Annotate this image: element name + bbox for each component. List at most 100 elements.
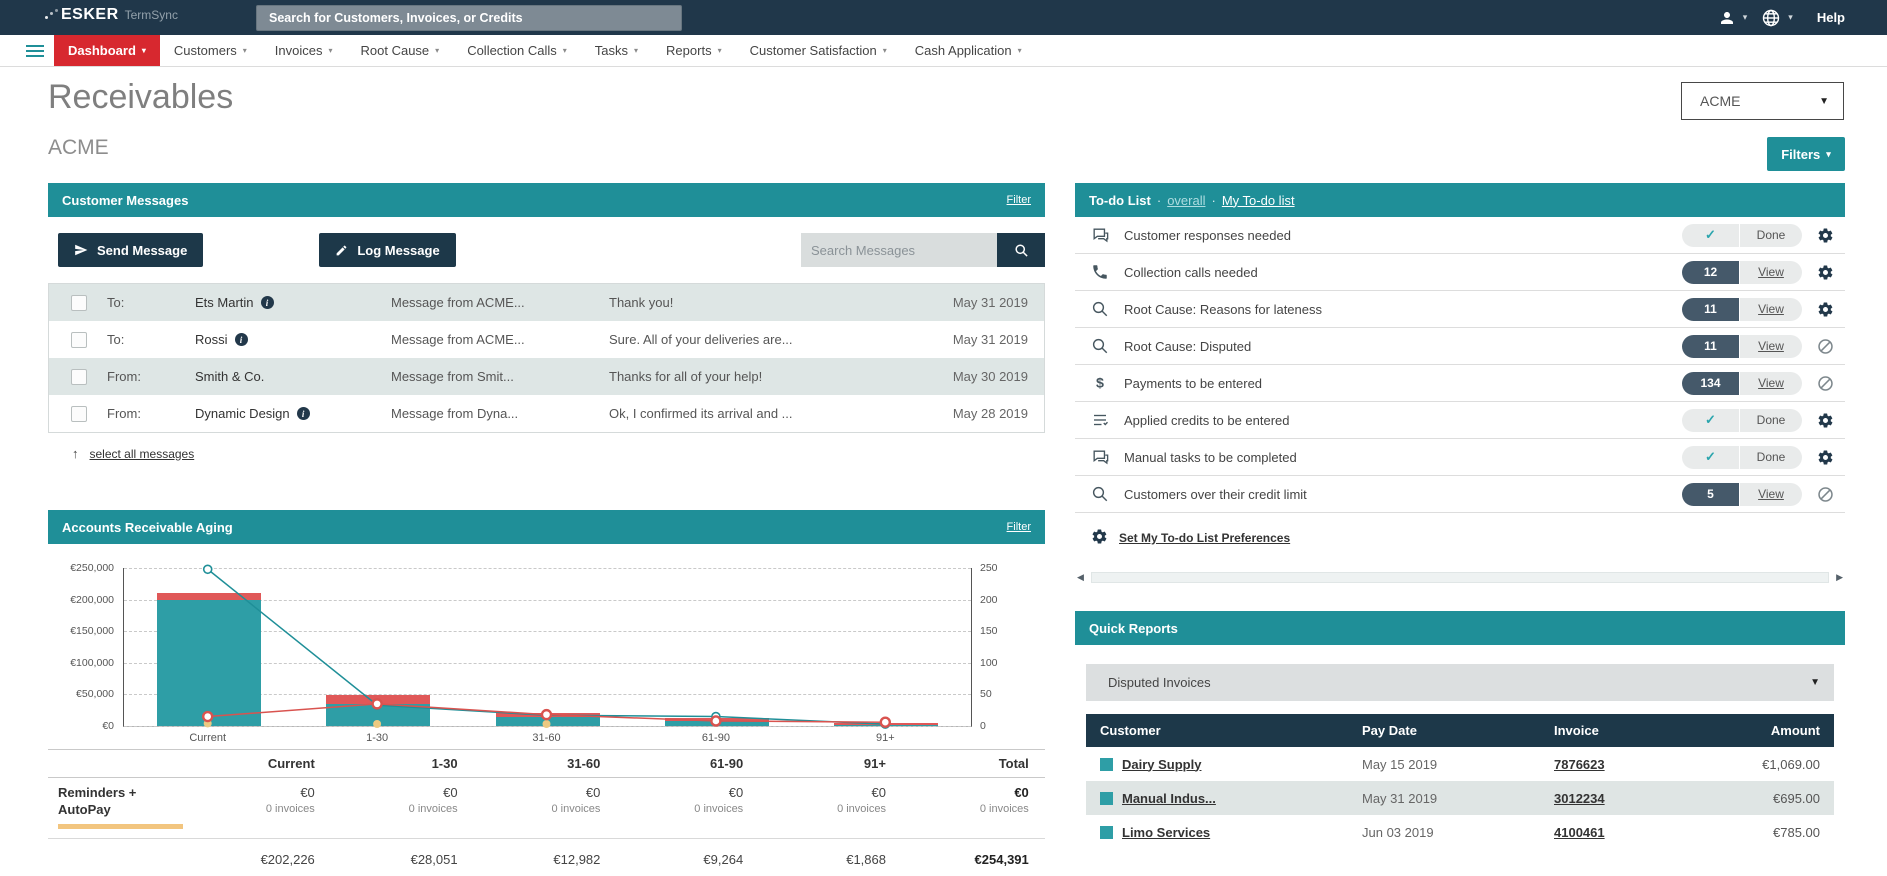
todo-item-actions: 134 View (1682, 371, 1835, 395)
company-selector[interactable]: ACME ▼ (1681, 82, 1844, 120)
nav-item-reports[interactable]: Reports ▾ (652, 35, 736, 66)
x-axis-label: 1-30 (366, 732, 389, 744)
view-button[interactable]: View (1740, 334, 1802, 358)
view-button[interactable]: View (1740, 297, 1802, 321)
filters-button[interactable]: Filters ▾ (1767, 137, 1845, 171)
message-checkbox[interactable] (71, 294, 87, 311)
ar-amount-cell: €28,051 (331, 852, 474, 867)
info-icon[interactable]: i (234, 333, 248, 346)
select-all-row: ↑ select all messages (72, 446, 1045, 461)
chevron-down-icon: ▾ (1826, 148, 1831, 159)
company-selector-value: ACME (1700, 93, 1741, 109)
nav-item-tasks[interactable]: Tasks ▾ (581, 35, 652, 66)
message-checkbox[interactable] (71, 405, 87, 422)
separator-dot: · (1156, 192, 1162, 208)
message-checkbox[interactable] (71, 331, 87, 348)
gear-icon (1817, 227, 1834, 244)
todo-item-actions: 5 View (1682, 482, 1835, 506)
send-message-button[interactable]: Send Message (58, 233, 204, 267)
customer-link[interactable]: Limo Services (1122, 825, 1210, 840)
info-icon[interactable]: i (296, 407, 310, 420)
scroll-track[interactable] (1090, 572, 1830, 583)
nav-item-customer-satisfaction[interactable]: Customer Satisfaction ▾ (736, 35, 901, 66)
global-search-input[interactable] (256, 5, 682, 31)
select-all-messages-link[interactable]: select all messages (90, 447, 195, 461)
scroll-left-icon[interactable]: ◀ (1077, 572, 1084, 583)
invoice-link[interactable]: 7876623 (1554, 757, 1605, 772)
message-preview: Thanks for all of your help! (609, 369, 763, 384)
no-entry-icon (1817, 486, 1834, 503)
paper-plane-icon (75, 244, 88, 256)
chevron-down-icon: ▾ (435, 46, 440, 55)
chat-icon (1091, 226, 1110, 245)
page-title: Receivables (48, 78, 234, 116)
message-row[interactable]: From: Smith & Co. Message from Smit... Than… (49, 358, 1044, 395)
check-icon: ✓ (1682, 408, 1739, 432)
qr-column-header: Pay Date (1362, 723, 1417, 738)
quick-report-row: Dairy Supply May 15 2019 7876623 €1,069.00 (1086, 747, 1834, 781)
nav-item-label: Invoices (274, 43, 323, 58)
message-search-button[interactable] (997, 233, 1045, 267)
done-button[interactable]: Done (1740, 445, 1802, 469)
info-icon[interactable]: i (260, 296, 274, 309)
message-search-input[interactable] (801, 233, 997, 267)
ar-aging-filter-link[interactable]: Filter (1007, 521, 1031, 533)
user-menu-chevron-icon[interactable]: ▾ (1743, 12, 1748, 23)
todo-item-pill: 12 View (1682, 260, 1802, 284)
scroll-right-icon[interactable]: ▶ (1836, 572, 1843, 583)
nav-item-cash-application[interactable]: Cash Application ▾ (901, 35, 1036, 66)
todo-item-label: Collection calls needed (1124, 264, 1258, 280)
ar-amount-cell: €0 0 invoices (331, 785, 474, 829)
nav-item-invoices[interactable]: Invoices ▾ (261, 35, 347, 66)
ar-column-header: 1-30 (431, 756, 458, 771)
todo-item-actions: 11 View (1682, 297, 1835, 321)
log-message-button[interactable]: Log Message (319, 233, 456, 267)
customer-color-square (1100, 825, 1113, 839)
report-selector[interactable]: Disputed Invoices ▼ (1086, 664, 1834, 701)
message-checkbox[interactable] (71, 368, 87, 385)
done-button[interactable]: Done (1740, 408, 1802, 432)
magnifier-icon (1091, 485, 1109, 503)
todo-preferences-link[interactable]: Set My To-do List Preferences (1119, 531, 1290, 545)
globe-icon[interactable] (1761, 8, 1781, 28)
nav-item-dashboard[interactable]: Dashboard ▾ (54, 35, 160, 66)
todo-row-customer-responses-needed: Customer responses needed ✓ Done (1075, 217, 1845, 254)
customer-link[interactable]: Manual Indus... (1122, 791, 1216, 806)
language-menu-chevron-icon[interactable]: ▾ (1788, 12, 1793, 23)
nav-item-root-cause[interactable]: Root Cause ▾ (347, 35, 454, 66)
todo-item-label: Root Cause: Disputed (1124, 338, 1252, 354)
gear-icon (1091, 528, 1108, 548)
view-button[interactable]: View (1740, 482, 1802, 506)
user-icon[interactable] (1718, 9, 1736, 27)
nav-item-collection-calls[interactable]: Collection Calls ▾ (453, 35, 581, 66)
count-badge: 11 (1682, 297, 1739, 321)
ar-amount: €0 (728, 785, 744, 800)
gear-icon (1817, 449, 1834, 466)
view-button[interactable]: View (1740, 371, 1802, 395)
nav-item-customers[interactable]: Customers ▾ (160, 35, 261, 66)
qr-column-header: Customer (1100, 723, 1161, 738)
message-list: To: Ets Martin i Message from ACME... Thank … (48, 283, 1045, 433)
ar-amount-cell: €254,391 (902, 852, 1045, 867)
pencil-icon (336, 245, 347, 255)
ar-row-label-text: Reminders + AutoPay (58, 785, 137, 817)
todo-my-list-link[interactable]: My To-do list (1222, 193, 1295, 208)
view-button[interactable]: View (1740, 260, 1802, 284)
message-row[interactable]: To: Ets Martin i Message from ACME... Thank … (49, 284, 1044, 321)
qr-amount: €1,069.00 (1762, 756, 1820, 772)
customer-link[interactable]: Dairy Supply (1122, 757, 1201, 772)
ar-amount-cell: €0 0 invoices (474, 785, 617, 829)
customer-color-square (1100, 757, 1113, 771)
y-axis-left-tick: €100,000 (70, 656, 114, 669)
help-link[interactable]: Help (1817, 10, 1845, 25)
ar-aging-panel: Accounts Receivable Aging Filter €250,00… (48, 510, 1045, 876)
hamburger-menu-icon[interactable] (26, 35, 44, 66)
messages-filter-link[interactable]: Filter (1007, 194, 1031, 206)
message-row[interactable]: To: Rossi i Message from ACME... Sure. All o… (49, 321, 1044, 358)
todo-row-root-cause-disputed: Root Cause: Disputed 11 View (1075, 328, 1845, 365)
invoice-link[interactable]: 3012234 (1554, 791, 1605, 806)
invoice-link[interactable]: 4100461 (1554, 825, 1605, 840)
message-row[interactable]: From: Dynamic Design i Message from Dyna...… (49, 395, 1044, 432)
todo-overall-link[interactable]: overall (1167, 193, 1205, 208)
done-button[interactable]: Done (1740, 223, 1802, 247)
